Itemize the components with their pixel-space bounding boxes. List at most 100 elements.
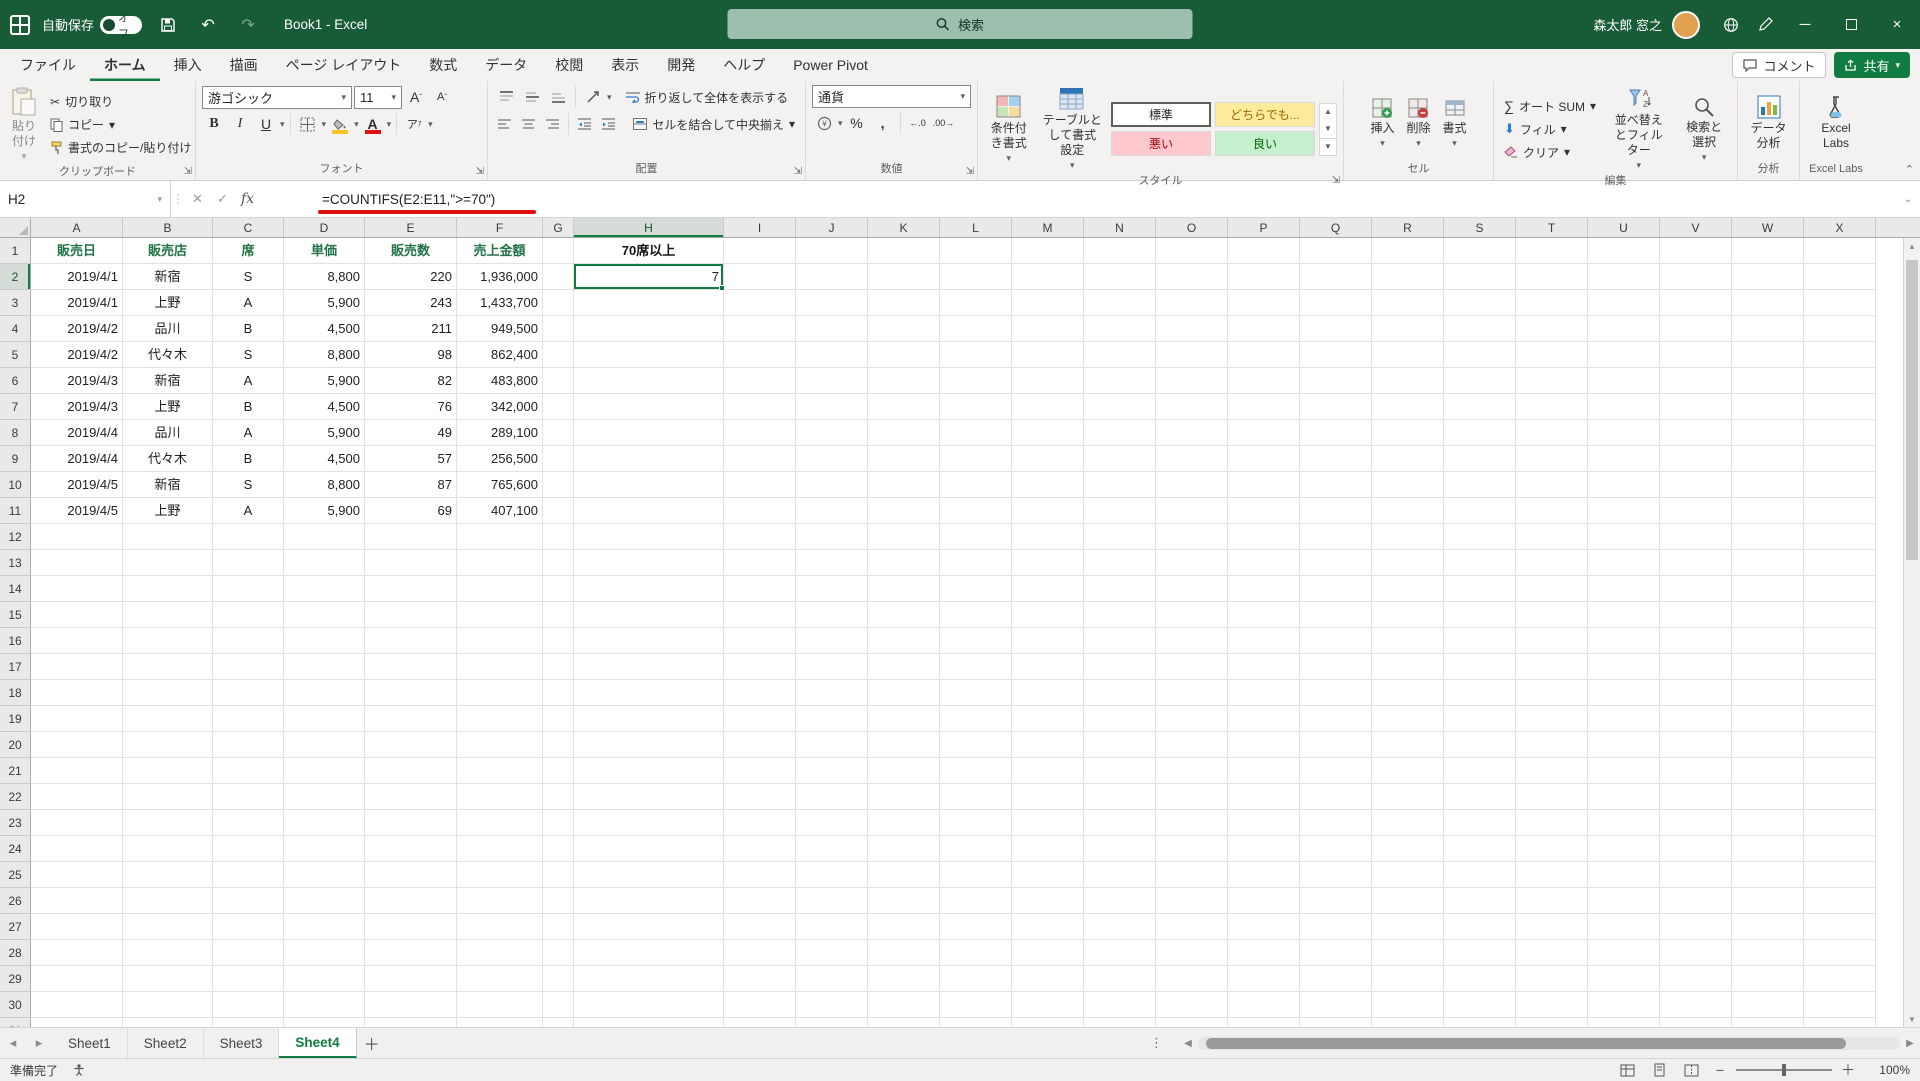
cell-T6[interactable]: [1516, 368, 1588, 394]
cell-E12[interactable]: [365, 524, 457, 550]
cell-W1[interactable]: [1732, 238, 1804, 264]
cell-I14[interactable]: [724, 576, 796, 602]
cell-V25[interactable]: [1660, 862, 1732, 888]
cell-H29[interactable]: [574, 966, 724, 992]
cell-L23[interactable]: [940, 810, 1012, 836]
cell-D15[interactable]: [284, 602, 365, 628]
tab-page-layout[interactable]: ページ レイアウト: [272, 49, 416, 81]
cell-I21[interactable]: [724, 758, 796, 784]
cell-K2[interactable]: [868, 264, 940, 290]
cell-X18[interactable]: [1804, 680, 1876, 706]
column-header-O[interactable]: O: [1156, 218, 1228, 237]
cell-A24[interactable]: [31, 836, 123, 862]
cell-Q14[interactable]: [1300, 576, 1372, 602]
data-analysis-button[interactable]: データ分析: [1744, 93, 1793, 153]
cell-F6[interactable]: 483,800: [457, 368, 543, 394]
cell-O16[interactable]: [1156, 628, 1228, 654]
cell-I12[interactable]: [724, 524, 796, 550]
styles-gallery-up-button[interactable]: ▲: [1320, 104, 1336, 121]
cell-T3[interactable]: [1516, 290, 1588, 316]
phonetic-guide-button[interactable]: アｱ: [402, 112, 426, 136]
cell-Q11[interactable]: [1300, 498, 1372, 524]
cell-A15[interactable]: [31, 602, 123, 628]
cell-R13[interactable]: [1372, 550, 1444, 576]
cell-R17[interactable]: [1372, 654, 1444, 680]
close-button[interactable]: ×: [1874, 0, 1920, 49]
column-header-R[interactable]: R: [1372, 218, 1444, 237]
cell-C28[interactable]: [213, 940, 284, 966]
cell-H30[interactable]: [574, 992, 724, 1018]
cell-W8[interactable]: [1732, 420, 1804, 446]
cell-F1[interactable]: 売上金額: [457, 238, 543, 264]
cell-R1[interactable]: [1372, 238, 1444, 264]
cell-B2[interactable]: 新宿: [123, 264, 213, 290]
cell-G1[interactable]: [543, 238, 574, 264]
font-size-combo[interactable]: 11▾: [354, 86, 402, 109]
cell-O2[interactable]: [1156, 264, 1228, 290]
italic-button[interactable]: I: [228, 112, 252, 136]
cell-D2[interactable]: 8,800: [284, 264, 365, 290]
cell-O26[interactable]: [1156, 888, 1228, 914]
editing-mode-button[interactable]: [1748, 0, 1782, 49]
cell-F24[interactable]: [457, 836, 543, 862]
row-header-22[interactable]: 22: [0, 784, 31, 810]
cell-I7[interactable]: [724, 394, 796, 420]
cell-Q7[interactable]: [1300, 394, 1372, 420]
cell-W13[interactable]: [1732, 550, 1804, 576]
number-format-combo[interactable]: 通貨▾: [812, 85, 971, 108]
cell-U30[interactable]: [1588, 992, 1660, 1018]
cell-N4[interactable]: [1084, 316, 1156, 342]
cell-C18[interactable]: [213, 680, 284, 706]
cell-B23[interactable]: [123, 810, 213, 836]
cell-U12[interactable]: [1588, 524, 1660, 550]
cell-N22[interactable]: [1084, 784, 1156, 810]
share-button[interactable]: 共有 ▾: [1834, 52, 1910, 78]
cell-S29[interactable]: [1444, 966, 1516, 992]
cell-U7[interactable]: [1588, 394, 1660, 420]
cell-J17[interactable]: [796, 654, 868, 680]
cell-V26[interactable]: [1660, 888, 1732, 914]
cell-T13[interactable]: [1516, 550, 1588, 576]
cell-W14[interactable]: [1732, 576, 1804, 602]
cell-B1[interactable]: 販売店: [123, 238, 213, 264]
cell-V12[interactable]: [1660, 524, 1732, 550]
column-header-E[interactable]: E: [365, 218, 457, 237]
cell-N23[interactable]: [1084, 810, 1156, 836]
cell-T10[interactable]: [1516, 472, 1588, 498]
cell-E7[interactable]: 76: [365, 394, 457, 420]
cell-R27[interactable]: [1372, 914, 1444, 940]
cell-C2[interactable]: S: [213, 264, 284, 290]
cell-W29[interactable]: [1732, 966, 1804, 992]
borders-button[interactable]: [296, 112, 320, 136]
cell-K11[interactable]: [868, 498, 940, 524]
cell-T7[interactable]: [1516, 394, 1588, 420]
cell-O23[interactable]: [1156, 810, 1228, 836]
column-header-X[interactable]: X: [1804, 218, 1876, 237]
formula-input[interactable]: =COUNTIFS(E2:E11,">=70"): [322, 192, 495, 207]
cell-K26[interactable]: [868, 888, 940, 914]
cell-O7[interactable]: [1156, 394, 1228, 420]
cell-M14[interactable]: [1012, 576, 1084, 602]
alignment-dialog-launcher-icon[interactable]: ⇲: [794, 167, 802, 177]
cell-F10[interactable]: 765,600: [457, 472, 543, 498]
chevron-down-icon[interactable]: ▾: [838, 118, 843, 129]
chevron-down-icon[interactable]: ▾: [280, 119, 285, 130]
cell-H13[interactable]: [574, 550, 724, 576]
cell-D30[interactable]: [284, 992, 365, 1018]
cell-U25[interactable]: [1588, 862, 1660, 888]
cell-X25[interactable]: [1804, 862, 1876, 888]
increase-decimal-button[interactable]: ←.0: [906, 111, 930, 135]
cell-J26[interactable]: [796, 888, 868, 914]
cell-K29[interactable]: [868, 966, 940, 992]
cell-N17[interactable]: [1084, 654, 1156, 680]
cell-U31[interactable]: [1588, 1018, 1660, 1027]
cell-J20[interactable]: [796, 732, 868, 758]
column-header-A[interactable]: A: [31, 218, 123, 237]
cell-K23[interactable]: [868, 810, 940, 836]
cell-M9[interactable]: [1012, 446, 1084, 472]
cell-X10[interactable]: [1804, 472, 1876, 498]
cell-N6[interactable]: [1084, 368, 1156, 394]
cell-L24[interactable]: [940, 836, 1012, 862]
cell-H31[interactable]: [574, 1018, 724, 1027]
cell-J31[interactable]: [796, 1018, 868, 1027]
